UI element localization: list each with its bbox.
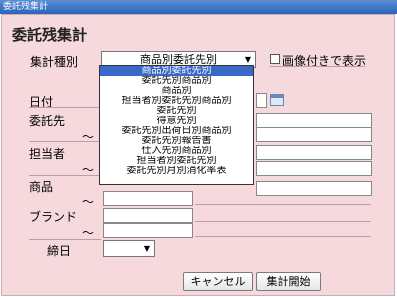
brand-underline xyxy=(29,239,101,240)
dropdown-option[interactable]: 委託先別報告書 xyxy=(100,136,253,146)
start-aggregation-button[interactable]: 集計開始 xyxy=(256,272,321,291)
closing-day-label: 締日 xyxy=(47,244,72,258)
product-range-mark: 〜 xyxy=(82,195,95,209)
aggregation-type-dropdown: 商品別委託先別 委託先別商品別 商品別 担当者別委託先別商品別 委託先別 得意先… xyxy=(99,65,254,185)
brand-to-field[interactable] xyxy=(103,223,193,238)
dropdown-option[interactable]: 担当者別委託先別商品別 xyxy=(100,96,253,106)
date-label-underline xyxy=(29,107,101,108)
product-label: 商品 xyxy=(29,180,54,194)
calendar-icon[interactable] xyxy=(270,94,284,106)
staff-label: 担当者 xyxy=(29,147,66,161)
image-option-underline xyxy=(270,66,365,67)
dropdown-option[interactable]: 仕入先別商品別 xyxy=(100,146,253,156)
staff-from-field[interactable] xyxy=(256,145,372,160)
consignee-from-field[interactable] xyxy=(256,113,372,128)
chevron-down-icon: ▼ xyxy=(143,244,150,253)
consignee-range-mark: 〜 xyxy=(82,130,95,144)
brand-from-name-line xyxy=(195,221,371,222)
image-option-checkbox[interactable] xyxy=(270,54,280,64)
dropdown-option[interactable]: 商品別委託先別 xyxy=(100,66,253,76)
brand-label: ブランド xyxy=(29,210,78,224)
dropdown-option[interactable]: 委託先別商品別 xyxy=(100,76,253,86)
consignee-label: 委託先 xyxy=(29,114,66,128)
dropdown-option[interactable]: 委託先別月別消化率表 xyxy=(100,166,253,176)
staff-underline xyxy=(29,175,101,176)
dropdown-option[interactable]: 商品別 xyxy=(100,86,253,96)
consignee-underline xyxy=(29,141,101,142)
dropdown-option[interactable]: 委託先別 xyxy=(100,106,253,116)
product-from-field[interactable] xyxy=(256,181,372,196)
staff-to-field[interactable] xyxy=(256,161,372,176)
dropdown-option[interactable]: 得意先別 xyxy=(100,116,253,126)
product-to-field[interactable] xyxy=(103,191,193,206)
dropdown-option[interactable]: 担当者別委託先別 xyxy=(100,156,253,166)
page-title: 委託残集計 xyxy=(12,26,88,44)
product-to-name-line xyxy=(195,204,371,205)
window-title: 委託残集計 xyxy=(0,0,397,14)
consignee-to-field[interactable] xyxy=(256,127,372,142)
dropdown-option[interactable]: 委託先別出荷日別商品別 xyxy=(100,126,253,136)
closing-day-select[interactable]: ▼ xyxy=(103,240,155,257)
brand-from-field[interactable] xyxy=(103,208,193,223)
cancel-button[interactable]: キャンセル xyxy=(183,272,253,291)
brand-to-name-line xyxy=(195,236,371,237)
aggregation-type-label: 集計種別 xyxy=(30,55,79,69)
date-to-field[interactable] xyxy=(256,93,267,108)
